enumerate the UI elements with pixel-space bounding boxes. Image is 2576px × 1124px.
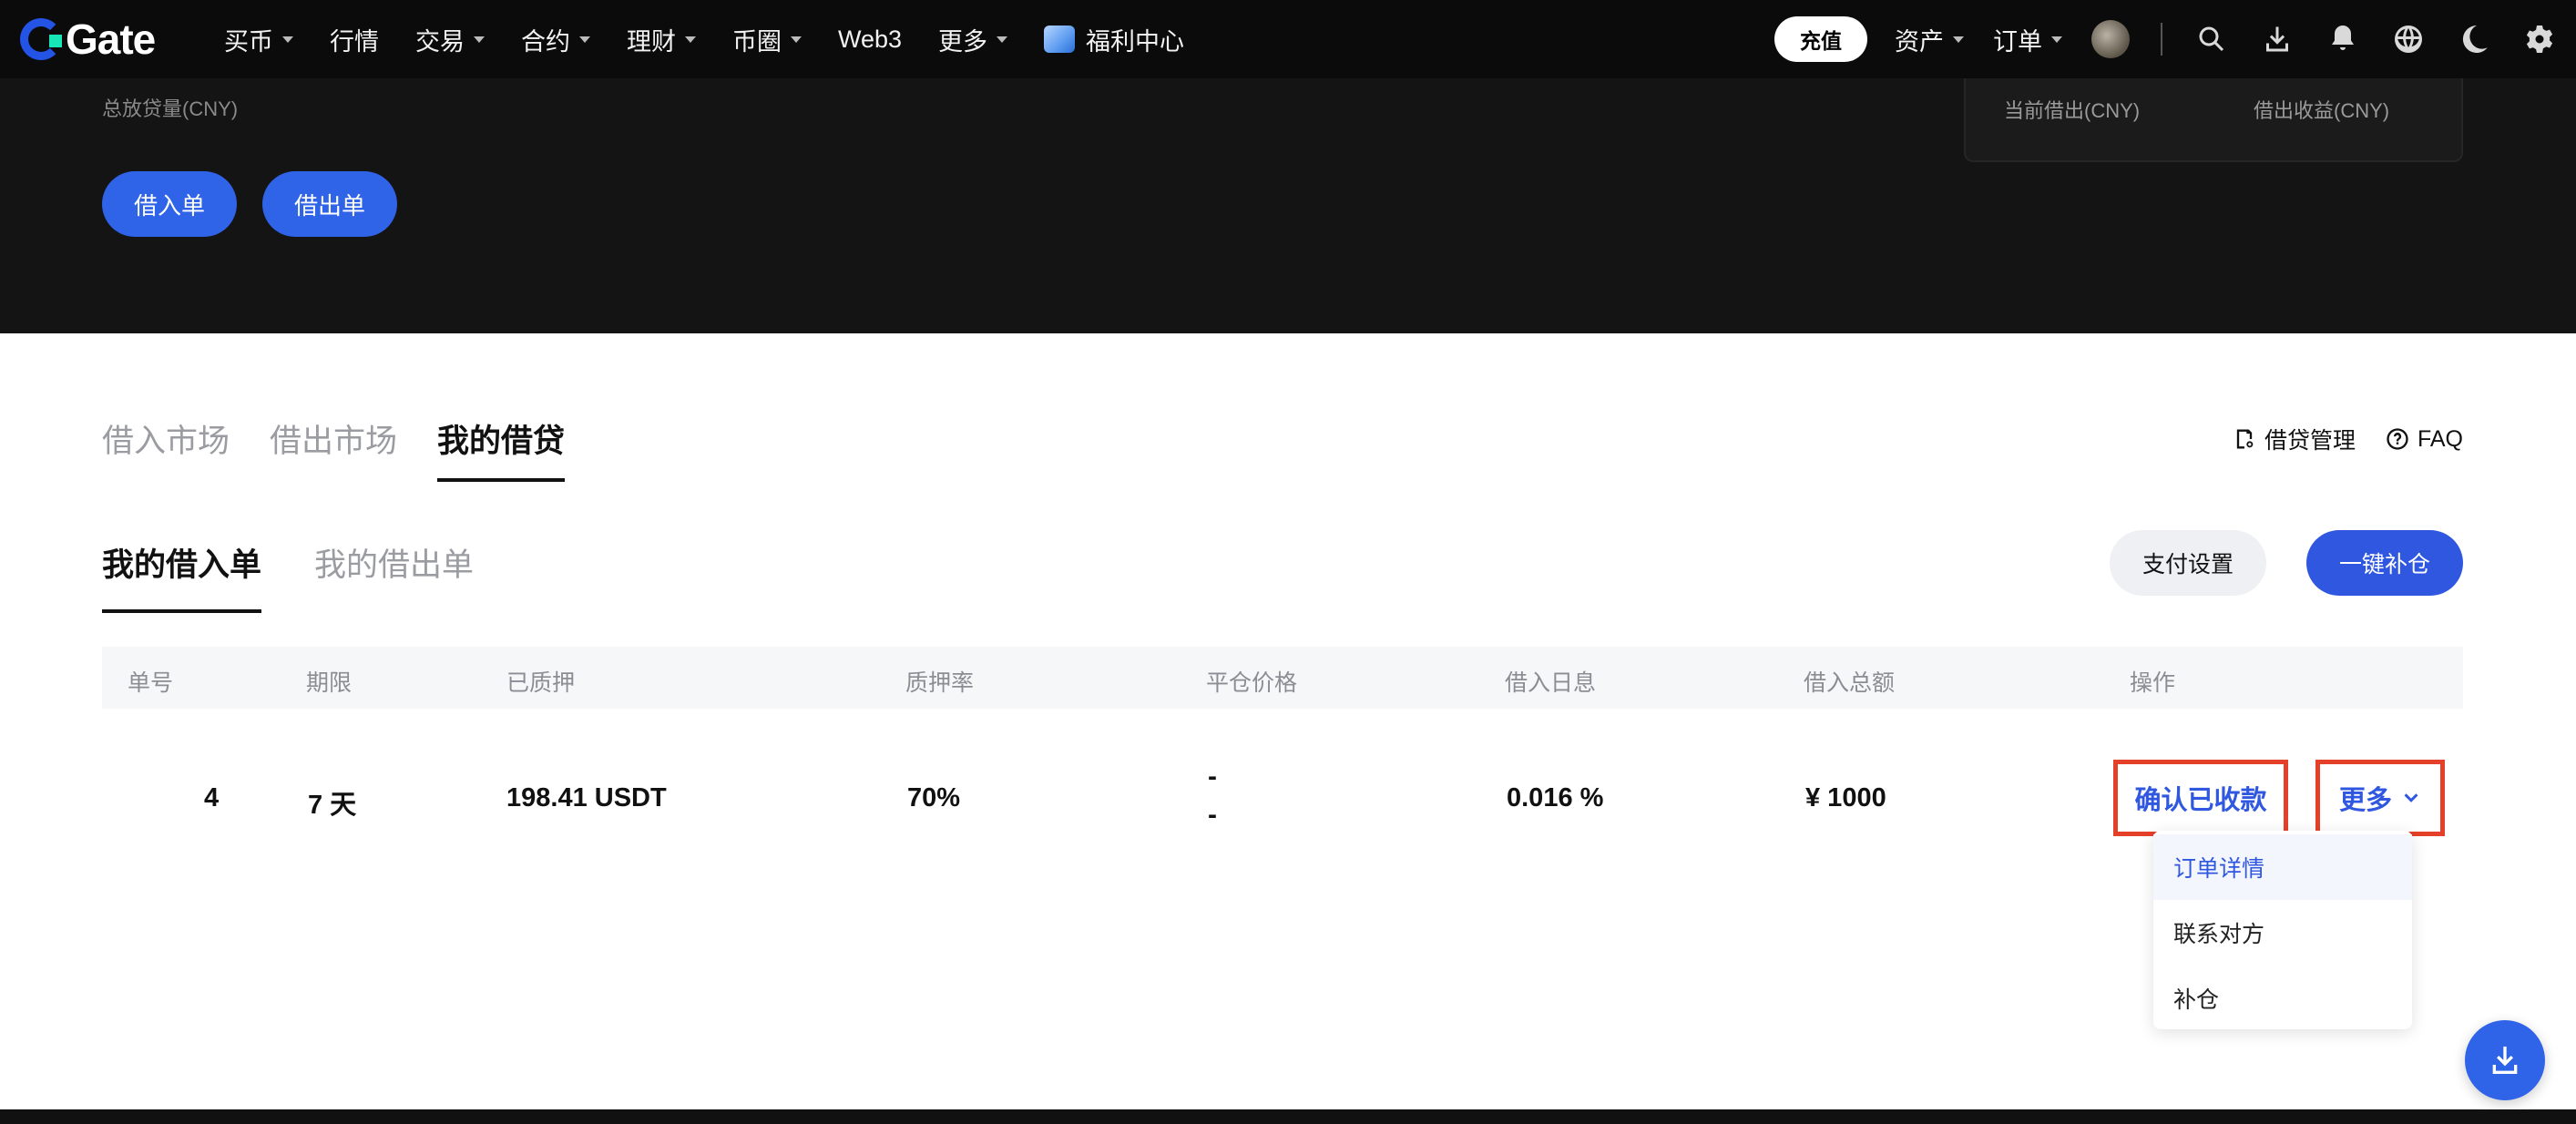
main-tabs: 借入市场 借出市场 我的借贷 xyxy=(102,415,605,482)
nav-item-label: 行情 xyxy=(330,27,379,56)
menu-item-refill[interactable]: 补仓 xyxy=(2153,966,2412,1031)
recharge-button[interactable]: 充值 xyxy=(1774,16,1867,62)
nav-item-rewards-center[interactable]: 福利中心 xyxy=(1044,22,1184,57)
total-lending-label: 总放贷量(CNY) xyxy=(102,97,239,120)
column-header: 借入日息 xyxy=(1505,670,1597,696)
loan-management-label: 借贷管理 xyxy=(2264,428,2356,454)
lending-summary-banner: 总放贷量(CNY) 借入单 借出单 当前借出(CNY) 借出收益(CNY) xyxy=(0,78,2576,333)
tab-borrow-market[interactable]: 借入市场 xyxy=(102,415,230,482)
menu-item-order-details[interactable]: 订单详情 xyxy=(2153,834,2412,900)
borrow-in-orders-button[interactable]: 借入单 xyxy=(102,171,237,237)
column-header: 操作 xyxy=(2130,670,2176,696)
nav-item-trade[interactable]: 交易 xyxy=(415,22,485,57)
globe-icon[interactable] xyxy=(2390,21,2427,57)
caret-down-icon xyxy=(791,36,802,43)
nav-divider xyxy=(2161,23,2162,56)
nav-right: 充值 资产 订单 xyxy=(1774,0,2558,78)
caret-down-icon xyxy=(2051,36,2062,43)
payment-settings-button[interactable]: 支付设置 xyxy=(2110,530,2266,596)
column-header: 质押率 xyxy=(905,670,975,696)
nav-item-label: 更多 xyxy=(938,27,988,56)
borrow-total: ¥ 1000 xyxy=(1805,783,1886,812)
nav-item-community[interactable]: 币圈 xyxy=(732,22,802,57)
nav-item-label: 资产 xyxy=(1895,27,1944,56)
order-number: 4 xyxy=(204,783,220,812)
search-icon[interactable] xyxy=(2193,21,2230,57)
tab-lend-market[interactable]: 借出市场 xyxy=(270,415,397,482)
daily-interest: 0.016 % xyxy=(1507,783,1604,812)
menu-item-contact-counterparty[interactable]: 联系对方 xyxy=(2153,900,2412,966)
tab-my-loans[interactable]: 我的借贷 xyxy=(437,415,566,482)
download-app-button[interactable] xyxy=(2465,1020,2545,1100)
tab-my-borrow-orders[interactable]: 我的借入单 xyxy=(102,539,262,613)
gate-logo-mark-icon xyxy=(20,18,62,60)
faq-link[interactable]: FAQ xyxy=(2385,426,2463,453)
nav-item-label: Web3 xyxy=(838,25,903,53)
top-nav: Gate 买币 行情 交易 合约 理财 币圈 Web3 更多 福利中心 充值 资… xyxy=(0,0,2576,78)
download-icon xyxy=(2492,1047,2518,1074)
more-actions-label: 更多 xyxy=(2338,786,2392,815)
liquidation-price: - xyxy=(1208,761,1217,792)
nav-item-label: 币圈 xyxy=(732,27,782,56)
nav-item-assets[interactable]: 资产 xyxy=(1895,22,1964,57)
loan-term: 7 天 xyxy=(308,791,357,820)
caret-down-icon xyxy=(1953,36,1964,43)
bell-icon[interactable] xyxy=(2325,21,2361,57)
chevron-down-icon xyxy=(2404,793,2418,802)
confirm-received-button[interactable]: 确认已收款 xyxy=(2113,760,2288,836)
avatar[interactable] xyxy=(2091,20,2130,58)
download-icon[interactable] xyxy=(2259,21,2295,57)
gate-logo[interactable]: Gate xyxy=(20,15,156,64)
page-tools: 借贷管理 FAQ xyxy=(2203,423,2463,455)
nav-item-buy-crypto[interactable]: 买币 xyxy=(224,22,293,57)
gift-box-icon xyxy=(1044,26,1076,53)
nav-item-label: 买币 xyxy=(224,27,273,56)
tab-my-lend-orders[interactable]: 我的借出单 xyxy=(314,539,474,613)
nav-menu: 买币 行情 交易 合约 理财 币圈 Web3 更多 福利中心 xyxy=(224,0,1221,78)
caret-down-icon xyxy=(474,36,485,43)
caret-down-icon xyxy=(579,36,590,43)
column-header: 借入总额 xyxy=(1804,670,1896,696)
collateral-amount: 198.41 USDT xyxy=(506,783,667,812)
sub-tabs: 我的借入单 我的借出单 xyxy=(102,539,526,613)
column-header: 期限 xyxy=(306,670,353,696)
table-row: 4 7 天 198.41 USDT 70% - - 0.016 % ¥ 1000 xyxy=(102,729,2463,874)
question-circle-icon xyxy=(2387,428,2408,450)
nav-item-label: 理财 xyxy=(627,27,676,56)
borrow-out-orders-button[interactable]: 借出单 xyxy=(262,171,397,237)
nav-item-label: 交易 xyxy=(415,27,465,56)
caret-down-icon xyxy=(997,36,1008,43)
faq-label: FAQ xyxy=(2417,425,2463,452)
nav-item-futures[interactable]: 合约 xyxy=(521,22,590,57)
nav-item-more[interactable]: 更多 xyxy=(938,22,1008,57)
document-settings-icon xyxy=(2236,429,2254,449)
footer-edge xyxy=(0,1109,2576,1124)
nav-item-web3[interactable]: Web3 xyxy=(838,26,902,54)
nav-item-label: 订单 xyxy=(1993,27,2042,56)
nav-item-earn[interactable]: 理财 xyxy=(627,22,696,57)
nav-item-label: 合约 xyxy=(521,27,570,56)
column-header: 单号 xyxy=(128,670,174,696)
loan-management-link[interactable]: 借贷管理 xyxy=(2232,423,2356,455)
orders-table-header: 单号 期限 已质押 质押率 平仓价格 借入日息 借入总额 操作 xyxy=(102,647,2463,709)
column-header: 平仓价格 xyxy=(1206,670,1298,696)
more-actions-button[interactable]: 更多 xyxy=(2315,760,2445,836)
current-lent-label: 当前借出(CNY) xyxy=(2004,99,2141,122)
more-actions-dropdown: 订单详情 联系对方 补仓 xyxy=(2153,831,2412,1029)
lend-income-label: 借出收益(CNY) xyxy=(2254,99,2390,122)
nav-item-orders[interactable]: 订单 xyxy=(1993,22,2062,57)
gear-icon[interactable] xyxy=(2521,21,2558,57)
liquidation-price: - xyxy=(1208,800,1217,830)
caret-down-icon xyxy=(685,36,696,43)
nav-item-markets[interactable]: 行情 xyxy=(330,22,379,57)
caret-down-icon xyxy=(282,36,293,43)
collateral-rate: 70% xyxy=(907,783,961,812)
moon-icon[interactable] xyxy=(2456,21,2492,57)
column-header: 已质押 xyxy=(506,670,576,696)
logo-text: Gate xyxy=(66,15,156,63)
nav-item-label: 福利中心 xyxy=(1086,27,1185,56)
lending-stats-card: 当前借出(CNY) 借出收益(CNY) xyxy=(1964,78,2463,162)
one-click-refill-button[interactable]: 一键补仓 xyxy=(2306,530,2463,596)
